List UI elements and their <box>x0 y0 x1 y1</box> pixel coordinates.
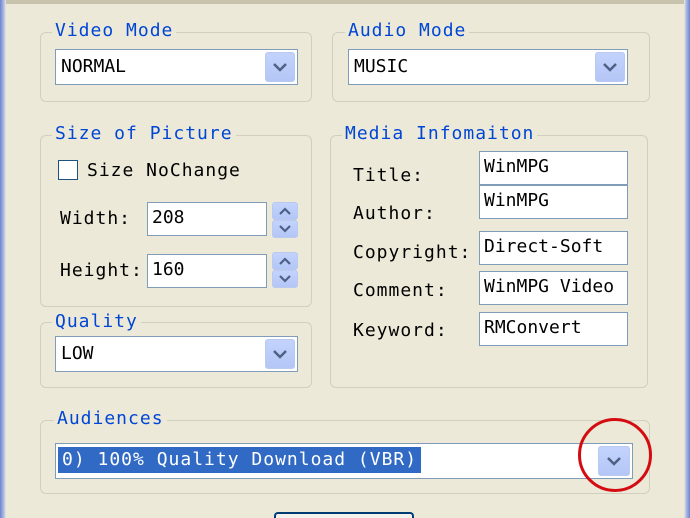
height-stepper[interactable] <box>272 252 298 288</box>
size-of-picture-legend: Size of Picture <box>52 124 236 144</box>
comment-input[interactable]: WinMPG Video <box>479 271 628 305</box>
width-stepper[interactable] <box>272 202 298 238</box>
audio-mode-dropdown-button[interactable] <box>595 52 625 82</box>
author-label: Author: <box>353 203 436 224</box>
bottom-button[interactable] <box>274 512 414 518</box>
height-label: Height: <box>60 260 143 281</box>
video-mode-dropdown-button[interactable] <box>265 52 295 82</box>
media-info-legend: Media Infomaiton <box>342 124 538 144</box>
audio-mode-value: MUSIC <box>354 56 409 77</box>
copyright-label: Copyright: <box>353 242 472 263</box>
width-input[interactable]: 208 <box>147 202 267 236</box>
title-input[interactable]: WinMPG <box>479 151 628 185</box>
video-mode-legend: Video Mode <box>52 21 177 41</box>
height-increment-button[interactable] <box>272 252 298 270</box>
width-label: Width: <box>60 208 132 229</box>
audio-mode-legend: Audio Mode <box>345 21 470 41</box>
height-decrement-button[interactable] <box>272 270 298 288</box>
title-label: Title: <box>353 165 425 186</box>
chevron-up-icon <box>279 257 291 265</box>
video-mode-select[interactable]: NORMAL <box>55 49 298 85</box>
width-increment-button[interactable] <box>272 202 298 220</box>
height-input[interactable]: 160 <box>147 254 267 288</box>
copyright-input[interactable]: Direct-Soft <box>479 231 628 265</box>
keyword-input[interactable]: RMConvert <box>479 312 628 346</box>
comment-label: Comment: <box>353 280 448 301</box>
audio-mode-select[interactable]: MUSIC <box>348 49 628 85</box>
chevron-down-icon <box>273 350 287 359</box>
quality-legend: Quality <box>52 312 141 332</box>
width-decrement-button[interactable] <box>272 220 298 238</box>
window-frame-top <box>0 0 690 4</box>
quality-select[interactable]: LOW <box>55 336 298 372</box>
size-nochange-label: Size NoChange <box>87 160 241 181</box>
chevron-down-icon <box>279 275 291 283</box>
chevron-down-icon <box>279 225 291 233</box>
window-edge-left <box>0 0 6 518</box>
quality-dropdown-button[interactable] <box>265 339 295 369</box>
quality-value: LOW <box>61 343 94 364</box>
window-edge-right <box>684 0 690 518</box>
size-nochange-checkbox[interactable] <box>58 160 78 180</box>
audiences-select[interactable]: 0) 100% Quality Download (VBR) <box>55 443 633 479</box>
audiences-legend: Audiences <box>54 409 167 429</box>
author-input[interactable]: WinMPG <box>479 185 628 219</box>
keyword-label: Keyword: <box>353 320 448 341</box>
video-mode-value: NORMAL <box>61 56 127 77</box>
chevron-down-icon <box>273 63 287 72</box>
chevron-up-icon <box>279 207 291 215</box>
audiences-selected-value: 0) 100% Quality Download (VBR) <box>58 447 422 473</box>
chevron-down-icon <box>603 63 617 72</box>
highlight-circle <box>578 418 652 492</box>
